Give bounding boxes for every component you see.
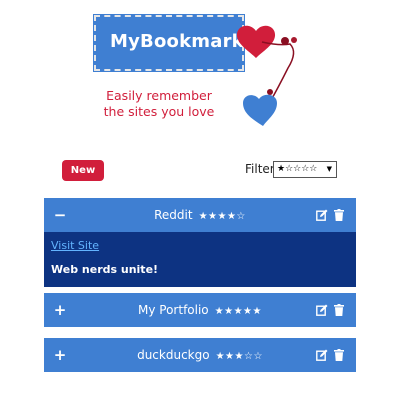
filter-select[interactable]: ★☆☆☆☆ ▼: [273, 161, 337, 178]
logo: MyBookmarks Easily remember the sites yo…: [0, 0, 400, 140]
bookmark-description: Web nerds unite!: [51, 263, 159, 276]
bookmark-header[interactable]: − Reddit ★★★★☆: [44, 198, 356, 232]
bookmark-title: Reddit: [154, 208, 193, 222]
bookmark-item: + My Portfolio ★★★★★: [44, 293, 356, 327]
bookmark-rating: ★★★☆☆: [215, 351, 263, 362]
edit-icon[interactable]: [316, 209, 328, 221]
bookmark-title-area: Reddit ★★★★☆: [84, 198, 316, 232]
expand-toggle[interactable]: +: [52, 346, 68, 364]
chevron-down-icon: ▼: [326, 165, 332, 173]
heart-icon: [236, 25, 276, 58]
trash-icon[interactable]: [334, 304, 344, 316]
bookmark-header[interactable]: + duckduckgo ★★★☆☆: [44, 338, 356, 372]
visit-site-link[interactable]: Visit Site: [51, 239, 99, 252]
edit-icon[interactable]: [316, 349, 328, 361]
bookmark-item: + duckduckgo ★★★☆☆: [44, 338, 356, 372]
bookmark-title: duckduckgo: [137, 348, 210, 362]
new-button[interactable]: New: [62, 160, 104, 181]
trash-icon[interactable]: [334, 209, 344, 221]
tagline-line-2: the sites you love: [103, 104, 215, 119]
filter-selected-value: ★☆☆☆☆: [277, 164, 318, 174]
edit-icon[interactable]: [316, 304, 328, 316]
bookmark-rating: ★★★★★: [214, 306, 262, 317]
bookmark-title-area: My Portfolio ★★★★★: [84, 293, 316, 327]
bookmark-header[interactable]: + My Portfolio ★★★★★: [44, 293, 356, 327]
bookmark-item: − Reddit ★★★★☆ Visit Site Web nerds unite…: [44, 198, 356, 287]
bookmark-rating: ★★★★☆: [198, 211, 246, 222]
bookmark-title-area: duckduckgo ★★★☆☆: [84, 338, 316, 372]
tagline-line-1: Easily remember: [106, 88, 212, 103]
expand-toggle[interactable]: +: [52, 301, 68, 319]
bookmark-title: My Portfolio: [138, 303, 209, 317]
filter-label: Filter: [245, 162, 275, 176]
tagline: Easily remember the sites you love: [0, 88, 318, 120]
bookmark-details: Visit Site Web nerds unite!: [44, 232, 356, 287]
trash-icon[interactable]: [334, 349, 344, 361]
collapse-toggle[interactable]: −: [52, 206, 68, 224]
